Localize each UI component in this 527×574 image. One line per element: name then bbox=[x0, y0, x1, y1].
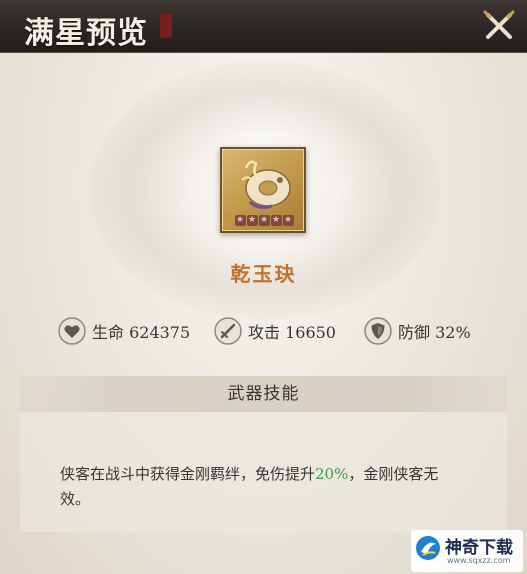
title-bar: 满星预览 bbox=[0, 0, 527, 53]
watermark-url: www.sqxzz.com bbox=[447, 556, 511, 565]
jade-pendant-icon bbox=[241, 160, 291, 209]
site-watermark: 神奇下载 www.sqxzz.com bbox=[411, 530, 523, 572]
full-star-preview-panel: 满星预览 ★ ★ ★ ★ ★ 乾玉玦 生命 624375 攻击 16650 防御… bbox=[0, 0, 527, 574]
weapon-skill-description: 侠客在战斗中获得金刚羁绊，免伤提升20%，金刚侠客无效。 bbox=[60, 462, 460, 512]
star-icon: ★ bbox=[282, 215, 294, 226]
shield-icon bbox=[364, 317, 392, 345]
stat-defense: 防御 32% bbox=[364, 314, 471, 348]
weapon-skill-header: 武器技能 bbox=[20, 376, 507, 412]
skill-desc-text: 侠客在战斗中获得金刚羁绊，免伤提升 bbox=[60, 465, 316, 483]
close-icon bbox=[483, 10, 515, 39]
site-logo-icon bbox=[416, 536, 440, 560]
panel-title: 满星预览 bbox=[24, 16, 148, 51]
item-name: 乾玉玦 bbox=[230, 262, 297, 286]
stat-defense-label: 防御 32% bbox=[398, 323, 471, 342]
star-rating: ★ ★ ★ ★ ★ bbox=[228, 215, 300, 227]
star-icon: ★ bbox=[258, 215, 270, 226]
stat-hp-label: 生命 624375 bbox=[92, 323, 191, 342]
stat-attack-label: 攻击 16650 bbox=[248, 323, 336, 342]
watermark-name: 神奇下载 bbox=[445, 538, 513, 558]
skill-highlight-value: 20% bbox=[315, 465, 349, 483]
red-seal-icon bbox=[160, 14, 172, 38]
star-icon: ★ bbox=[270, 215, 282, 226]
star-icon: ★ bbox=[234, 215, 246, 226]
sword-icon bbox=[214, 317, 242, 345]
stat-attack: 攻击 16650 bbox=[214, 314, 336, 348]
stat-hp: 生命 624375 bbox=[58, 314, 190, 348]
heart-icon bbox=[58, 317, 86, 345]
close-button[interactable] bbox=[479, 6, 519, 46]
item-icon-frame[interactable]: ★ ★ ★ ★ ★ bbox=[220, 147, 306, 233]
star-icon: ★ bbox=[246, 215, 258, 226]
stats-row: 生命 624375 攻击 16650 防御 32% bbox=[0, 314, 527, 348]
